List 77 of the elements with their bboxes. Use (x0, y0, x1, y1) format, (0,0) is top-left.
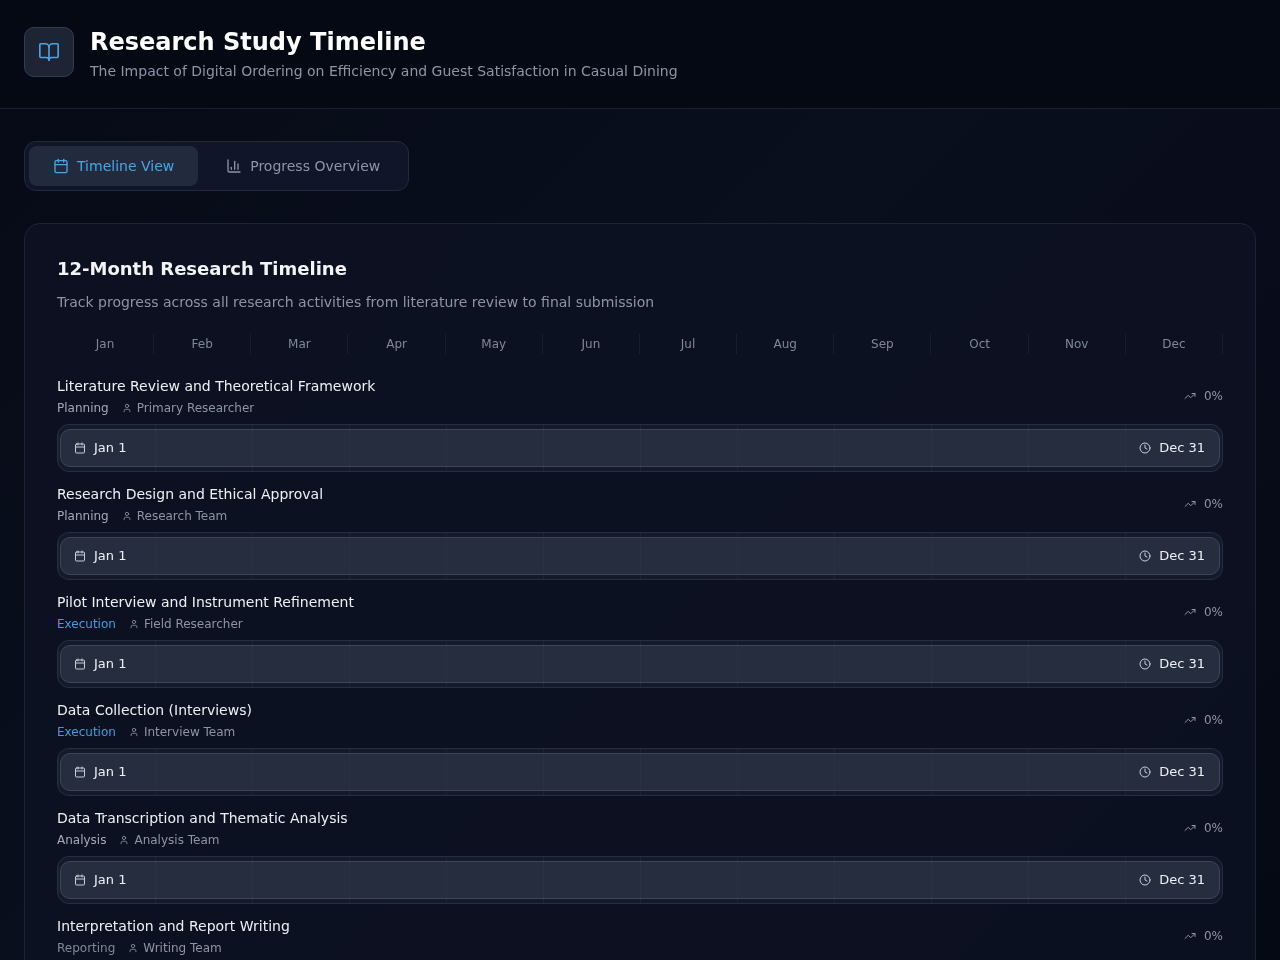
clock-icon (1139, 442, 1152, 454)
owner-label: Analysis Team (134, 832, 220, 848)
trend-up-icon (1183, 930, 1196, 942)
month-label: May (481, 336, 507, 352)
month-label: Feb (191, 336, 213, 352)
end-date: Dec 31 (1159, 655, 1205, 673)
owner-label: Research Team (136, 508, 228, 524)
month-label: Nov (1065, 336, 1089, 352)
calendar-icon (74, 766, 86, 778)
calendar-icon (53, 158, 69, 174)
progress-value: 0% (1203, 604, 1223, 620)
calendar-icon (74, 442, 86, 454)
clock-icon (1139, 658, 1152, 670)
phase-label: Execution (57, 616, 116, 632)
owner-label: Primary Researcher (136, 400, 255, 416)
end-date: Dec 31 (1159, 439, 1205, 457)
start-date: Jan 1 (94, 439, 127, 457)
activity-title: Interpretation and Report Writing (57, 917, 290, 936)
user-icon (119, 835, 130, 845)
progress-value: 0% (1203, 496, 1223, 512)
phase-label: Analysis (57, 832, 107, 848)
user-icon (121, 511, 132, 521)
activity-title: Literature Review and Theoretical Framework (57, 377, 376, 396)
month-label: Mar (288, 336, 311, 352)
phase-label: Planning (57, 508, 109, 524)
month-label: Apr (386, 336, 407, 352)
month-label: Jan (95, 336, 115, 352)
month-label: Oct (969, 336, 990, 352)
trend-up-icon (1183, 822, 1196, 834)
end-date: Dec 31 (1159, 871, 1205, 889)
user-icon (128, 727, 139, 737)
card-title: 12-Month Research Timeline (57, 257, 347, 281)
start-date: Jan 1 (94, 655, 127, 673)
page-subtitle: The Impact of Digital Ordering on Efficiency and Guest Satisfaction in Casual Dining (90, 62, 678, 81)
clock-icon (1139, 766, 1152, 778)
activity-title: Research Design and Ethical Approval (57, 485, 324, 504)
phase-label: Planning (57, 400, 109, 416)
trend-up-icon (1183, 606, 1196, 618)
activity-title: Pilot Interview and Instrument Refinement (57, 593, 354, 612)
activity-title: Data Transcription and Thematic Analysis (57, 809, 348, 828)
activity-title: Data Collection (Interviews) (57, 701, 252, 720)
card-description: Track progress across all research activities from literature review to final submission (57, 293, 655, 312)
month-label: Aug (773, 336, 797, 352)
owner-label: Field Researcher (143, 616, 243, 632)
start-date: Jan 1 (94, 547, 127, 565)
owner-label: Interview Team (143, 724, 236, 740)
progress-value: 0% (1203, 928, 1223, 944)
month-label: Sep (871, 336, 894, 352)
trend-up-icon (1183, 498, 1196, 510)
user-icon (128, 943, 139, 953)
tab[interactable]: Timeline View (29, 146, 199, 186)
progress-value: 0% (1203, 820, 1223, 836)
phase-label: Execution (57, 724, 116, 740)
trend-up-icon (1183, 714, 1196, 726)
progress-value: 0% (1203, 712, 1223, 728)
user-icon (121, 403, 132, 413)
start-date: Jan 1 (94, 871, 127, 889)
month-label: Jun (581, 336, 601, 352)
progress-value: 0% (1203, 388, 1223, 404)
tab[interactable]: Progress Overview (202, 146, 405, 186)
bar-chart-icon (226, 158, 243, 174)
start-date: Jan 1 (94, 763, 127, 781)
page-title: Research Study Timeline (90, 27, 426, 57)
calendar-icon (74, 658, 86, 670)
clock-icon (1139, 550, 1152, 562)
calendar-icon (74, 550, 86, 562)
user-icon (128, 619, 139, 629)
month-label: Jul (680, 336, 696, 352)
end-date: Dec 31 (1159, 763, 1205, 781)
clock-icon (1139, 874, 1152, 886)
month-label: Dec (1162, 336, 1186, 352)
end-date: Dec 31 (1159, 547, 1205, 565)
phase-label: Reporting (57, 940, 116, 956)
book-icon (24, 27, 74, 77)
calendar-icon (74, 874, 86, 886)
trend-up-icon (1183, 390, 1196, 402)
owner-label: Writing Team (143, 940, 222, 956)
